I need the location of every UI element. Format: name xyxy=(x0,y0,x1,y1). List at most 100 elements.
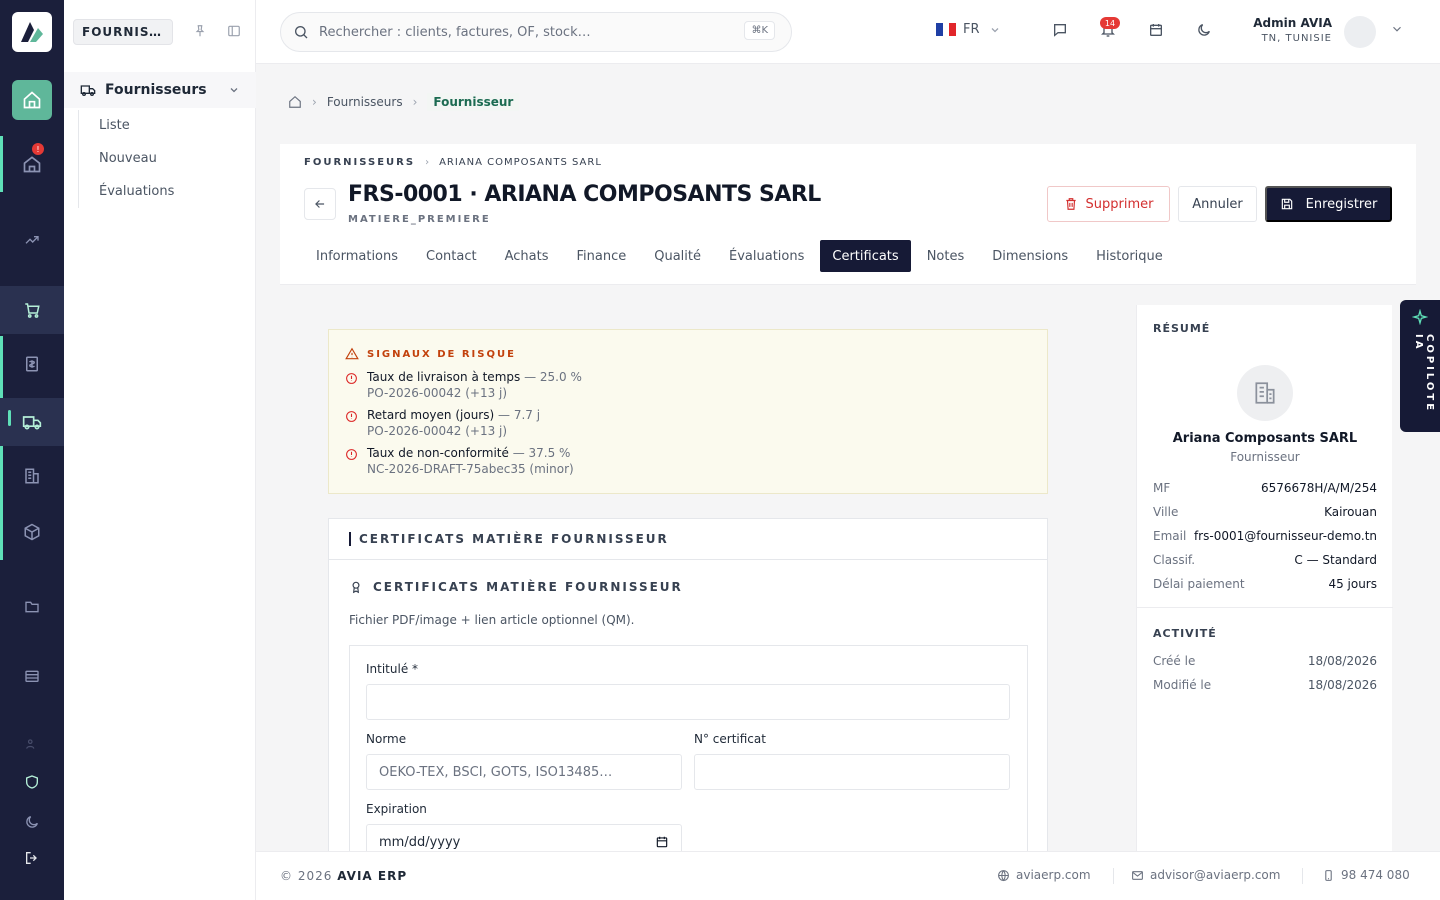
certificate-form: Intitulé * Norme N° certificat Expiratio… xyxy=(349,645,1028,885)
risk-item-label: Taux de non-conformité xyxy=(367,446,509,460)
rail-theme[interactable] xyxy=(0,802,64,842)
summary-key: Email xyxy=(1153,529,1187,543)
logout-icon xyxy=(26,852,37,864)
save-button[interactable]: Enregistrer xyxy=(1265,186,1392,222)
home-icon xyxy=(23,91,41,109)
rail-security[interactable] xyxy=(0,762,64,802)
norm-field[interactable] xyxy=(366,754,682,790)
rail-home[interactable] xyxy=(12,80,52,120)
tab-notes[interactable]: Notes xyxy=(915,240,977,272)
pin-icon[interactable] xyxy=(193,24,207,38)
chevron-down-icon xyxy=(991,27,998,32)
rail-archive[interactable] xyxy=(0,656,64,696)
chart-icon xyxy=(25,236,39,244)
chat-icon[interactable] xyxy=(1052,22,1068,38)
submenu-item-new[interactable]: Nouveau xyxy=(99,151,157,166)
archive-icon xyxy=(25,670,39,682)
submenu-group-suppliers[interactable]: Fournisseurs xyxy=(64,72,256,108)
moon-icon xyxy=(26,816,38,828)
rail-stock[interactable] xyxy=(0,512,64,552)
title-field[interactable] xyxy=(366,684,1010,720)
rail-documents[interactable] xyxy=(0,587,64,627)
record-header: FOURNISSEURS › ARIANA COMPOSANTS SARL FR… xyxy=(280,144,1416,285)
tab-finance[interactable]: Finance xyxy=(565,240,639,272)
global-search[interactable]: ⌘K xyxy=(280,12,792,52)
certificates-subtitle: CERTIFICATS MATIÈRE FOURNISSEUR xyxy=(349,580,683,594)
company-logo xyxy=(1237,365,1293,421)
record-crumb-parent[interactable]: FOURNISSEURS xyxy=(304,157,415,168)
calendar-icon[interactable] xyxy=(1148,22,1164,38)
collapse-panel-icon[interactable] xyxy=(227,24,241,38)
back-button[interactable] xyxy=(304,188,336,220)
home-icon[interactable] xyxy=(288,95,302,109)
submenu-item-evaluations[interactable]: Évaluations xyxy=(99,184,174,199)
inbox-icon xyxy=(23,156,41,173)
trash-icon xyxy=(1065,198,1076,210)
globe-icon xyxy=(998,869,1009,881)
summary-title: RÉSUMÉ xyxy=(1153,322,1211,335)
copilot-tab[interactable]: COPILOTE IA xyxy=(1400,300,1440,432)
summary-value: 6576678H/A/M/254 xyxy=(1260,481,1377,495)
certificates-section-title: CERTIFICATS MATIÈRE FOURNISSEUR xyxy=(329,519,1047,560)
rail-users[interactable] xyxy=(0,724,64,764)
delete-button[interactable]: Supprimer xyxy=(1047,186,1170,222)
user-name: Admin AVIA xyxy=(1253,16,1332,30)
footer-email[interactable]: advisor@aviaerp.com xyxy=(1131,868,1280,882)
phone-link[interactable]: 98 474 080 xyxy=(1341,868,1410,882)
search-shortcut: ⌘K xyxy=(744,21,775,40)
flag-fr-icon xyxy=(936,23,957,36)
activity-value: 18/08/2026 xyxy=(1307,678,1377,692)
language-selector[interactable]: FR xyxy=(936,22,1001,37)
tab-qualite[interactable]: Qualité xyxy=(642,240,713,272)
tab-historique[interactable]: Historique xyxy=(1084,240,1175,272)
risk-item-line: Taux de non-conformité — 37.5 % xyxy=(367,446,574,460)
footer-phone[interactable]: 98 474 080 xyxy=(1322,868,1410,882)
expiration-field-label: Expiration xyxy=(366,802,427,816)
record-tabs: Informations Contact Achats Finance Qual… xyxy=(304,240,1179,272)
top-bar: ⌘K FR 14 Admin AVIA TN, TUNISIE xyxy=(256,0,1440,64)
website-link[interactable]: aviaerp.com xyxy=(1016,868,1091,882)
breadcrumb: › Fournisseurs › Fournisseur xyxy=(288,93,520,111)
risk-item-value: — 25.0 % xyxy=(524,370,582,384)
arrow-left-icon xyxy=(315,200,325,208)
rail-purchases[interactable] xyxy=(0,286,64,334)
app-logo[interactable] xyxy=(12,12,52,52)
save-label: Enregistrer xyxy=(1305,196,1378,212)
risk-item-line: Retard moyen (jours) — 7.7 j xyxy=(367,408,540,422)
tab-informations[interactable]: Informations xyxy=(304,240,410,272)
tab-contact[interactable]: Contact xyxy=(414,240,489,272)
phone-icon xyxy=(1325,869,1332,881)
avatar[interactable] xyxy=(1344,16,1376,48)
summary-row: Email frs-0001@fournisseur-demo.tn xyxy=(1153,529,1377,543)
rail-invoices[interactable] xyxy=(0,344,64,384)
risk-item-value: — 7.7 j xyxy=(498,408,541,422)
rail-analytics[interactable] xyxy=(0,220,64,260)
company-name: Ariana Composants SARL xyxy=(1172,431,1358,446)
user-location: TN, TUNISIE xyxy=(1261,33,1332,44)
summary-value: Kairouan xyxy=(1324,505,1377,519)
tab-evaluations[interactable]: Évaluations xyxy=(717,240,816,272)
summary-value[interactable]: frs-0001@fournisseur-demo.tn xyxy=(1194,529,1377,543)
breadcrumb-suppliers[interactable]: Fournisseurs xyxy=(327,95,403,109)
search-input[interactable] xyxy=(319,24,719,40)
email-link[interactable]: advisor@aviaerp.com xyxy=(1150,868,1280,882)
tab-dimensions[interactable]: Dimensions xyxy=(980,240,1080,272)
footer-website[interactable]: aviaerp.com xyxy=(997,868,1091,882)
summary-key: MF xyxy=(1153,481,1171,495)
record-crumb: FOURNISSEURS › ARIANA COMPOSANTS SARL xyxy=(304,157,602,168)
cert-number-field[interactable] xyxy=(694,754,1010,790)
chevron-down-icon[interactable] xyxy=(1390,22,1404,36)
certificates-description: Fichier PDF/image + lien article optionn… xyxy=(349,613,635,627)
cancel-button[interactable]: Annuler xyxy=(1178,186,1257,222)
tab-certificats[interactable]: Certificats xyxy=(820,240,911,272)
submenu-item-list[interactable]: Liste xyxy=(99,118,130,133)
tab-achats[interactable]: Achats xyxy=(493,240,561,272)
language-label: FR xyxy=(963,22,980,37)
calendar-icon[interactable] xyxy=(655,835,669,849)
summary-row: Délai paiement 45 jours xyxy=(1153,577,1377,591)
rail-company[interactable] xyxy=(0,456,64,496)
moon-icon[interactable] xyxy=(1196,22,1212,38)
rail-logout[interactable] xyxy=(0,838,64,878)
summary-row: MF 6576678H/A/M/254 xyxy=(1153,481,1377,495)
rail-suppliers[interactable] xyxy=(0,398,64,446)
